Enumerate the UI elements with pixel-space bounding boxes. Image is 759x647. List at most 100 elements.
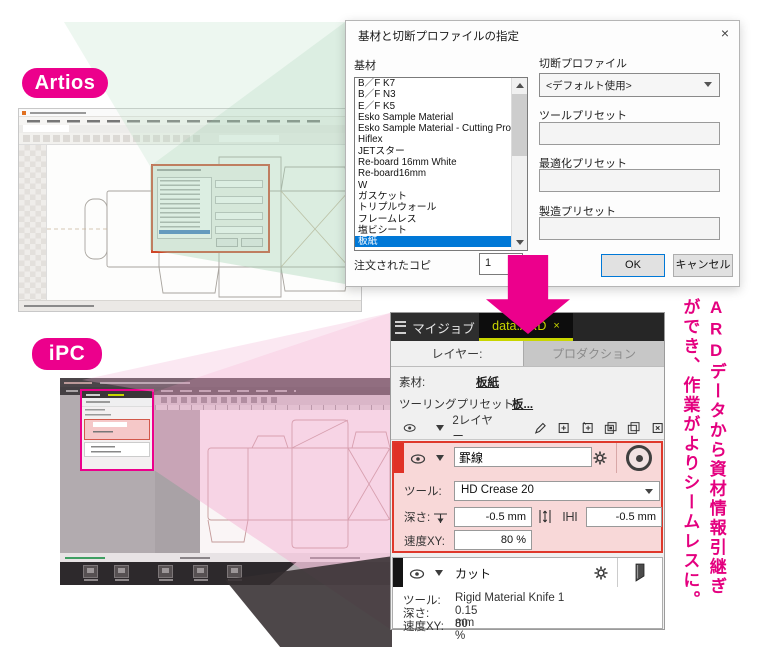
cutting-profile-value: <デフォルト使用>	[546, 78, 632, 93]
material-item[interactable]: Re-board16mm	[355, 168, 512, 179]
cutting-profile-select[interactable]: <デフォルト使用>	[539, 73, 720, 97]
ipc-badge: iPC	[32, 338, 102, 370]
material-label: 素材:	[399, 377, 425, 389]
mini-selected-row	[159, 230, 210, 234]
crease-depth-right-field[interactable]: -0.5 mm	[586, 507, 662, 527]
close-icon[interactable]: ×	[721, 26, 729, 40]
material-item[interactable]: トリプルウォール	[355, 202, 512, 213]
collapse-icon[interactable]	[436, 425, 444, 431]
ipc-dieline-drawing	[200, 410, 398, 553]
gear-icon[interactable]	[594, 566, 608, 580]
cancel-button[interactable]: キャンセル	[673, 254, 733, 277]
duplicate-layer-icon[interactable]	[604, 420, 617, 436]
mini-crease-layer	[84, 419, 150, 440]
tab-myjobs[interactable]: マイジョブ	[391, 313, 479, 341]
crease-name-input[interactable]	[454, 447, 592, 467]
cut-layer-name: カット	[455, 565, 491, 582]
ipc-dock-button	[83, 565, 98, 578]
list-icon	[395, 321, 406, 334]
depth-range-icon[interactable]	[538, 509, 552, 524]
artios-tool-palette	[19, 145, 47, 300]
eye-icon[interactable]	[410, 451, 426, 467]
material-link[interactable]: 板紙	[476, 374, 499, 390]
material-item[interactable]: 板紙	[355, 236, 512, 247]
close-tab-icon[interactable]: ×	[553, 320, 559, 332]
layer-count: 2レイヤー	[452, 412, 495, 444]
ipc-canvas	[155, 410, 398, 553]
eye-icon[interactable]	[403, 420, 416, 436]
ipc-toolbar	[155, 395, 398, 405]
ipc-statusbar	[60, 553, 398, 562]
cut-speed-label: 速度XY:	[403, 618, 455, 634]
ipc-dock-button	[227, 565, 242, 578]
material-item[interactable]: ガスケット	[355, 191, 512, 202]
mini-field	[215, 180, 263, 188]
crease-tool-select[interactable]: HD Crease 20	[454, 481, 660, 501]
cut-speed-value: 80 %	[455, 618, 468, 642]
layer-cut[interactable]: カット ツール: Rigid Material Knife 1 深さ: 0.15…	[392, 557, 663, 629]
tool-preset-field[interactable]	[539, 122, 720, 145]
edit-pencil-icon[interactable]	[534, 420, 547, 436]
add-layer-icon[interactable]	[557, 420, 570, 436]
artios-menubar	[19, 117, 361, 125]
cut-header: カット	[393, 558, 662, 587]
tooling-row: ツーリングプリセット : 板...	[399, 396, 520, 412]
delete-layer-icon[interactable]	[651, 420, 664, 436]
material-item[interactable]: E／F K5	[355, 101, 512, 112]
caption-vertical-text: ARDデータから資材情報引継ぎ ができ、作業がよりシームレスに。	[676, 298, 729, 646]
layer-crease[interactable]: ツール: HD Crease 20 深さ: -0.5 mm -0.5 mm 速度…	[392, 441, 663, 553]
material-item[interactable]: 塩ビシート	[355, 225, 512, 236]
ipc-mini-layers-panel	[80, 389, 154, 471]
layer-color-bar	[393, 558, 403, 587]
crease-speed-field[interactable]: 80 %	[454, 530, 532, 550]
layers-toolbar: 2レイヤー	[391, 416, 664, 440]
crease-depth-label: 深さ:	[404, 509, 448, 525]
mini-ok-button	[216, 238, 238, 247]
scrollbar[interactable]	[511, 78, 527, 250]
material-item[interactable]: Re-board 16mm White	[355, 157, 512, 168]
chevron-down-icon	[704, 82, 712, 87]
tab-layers[interactable]: レイヤー:	[391, 341, 523, 366]
ipc-artboard	[200, 410, 398, 553]
copy-layer-icon[interactable]	[627, 420, 640, 436]
scroll-up-icon[interactable]	[512, 78, 527, 93]
mini-cancel-button	[241, 238, 263, 247]
crease-depth-left-field[interactable]: -0.5 mm	[454, 507, 532, 527]
gear-icon[interactable]	[593, 451, 607, 465]
width-icon[interactable]	[562, 510, 578, 523]
material-item[interactable]: B／F K7	[355, 78, 512, 89]
artios-badge: Artios	[22, 68, 108, 98]
artios-toolbar	[19, 133, 361, 145]
tooling-label: ツーリングプリセット :	[399, 399, 520, 411]
ipc-dock-button	[193, 565, 208, 578]
material-item[interactable]: Hiflex	[355, 134, 512, 145]
optimize-preset-field[interactable]	[539, 169, 720, 192]
eye-icon[interactable]	[409, 566, 425, 582]
layers-panel: マイジョブ data.ARD × レイヤー: プロダクション 素材: 板紙 ツー…	[390, 312, 665, 630]
scroll-thumb[interactable]	[512, 94, 527, 156]
mini-info-rows	[82, 407, 152, 418]
material-item[interactable]: JETスター	[355, 146, 512, 157]
ok-button[interactable]: OK	[601, 254, 665, 277]
material-items: B／F K7B／F N3E／F K5Esko Sample MaterialEs…	[355, 78, 512, 250]
ipc-dock-button	[158, 565, 173, 578]
substrate-dialog: 基材と切断プロファイルの指定 × 基材 B／F K7B／F N3E／F K5Es…	[345, 20, 740, 287]
material-item[interactable]: Esko Sample Material - Cutting Profile	[355, 123, 512, 134]
material-item[interactable]: Esko Sample Material	[355, 112, 512, 123]
chevron-down-icon	[645, 489, 653, 494]
cut-tool-value: Rigid Material Knife 1	[455, 592, 564, 604]
manufacture-preset-field[interactable]	[539, 217, 720, 240]
material-item[interactable]: W	[355, 180, 512, 191]
tab-production[interactable]: プロダクション	[523, 341, 664, 366]
mini-field	[215, 226, 263, 234]
collapse-icon[interactable]	[435, 570, 443, 576]
material-listbox[interactable]: B／F K7B／F N3E／F K5Esko Sample MaterialEs…	[354, 77, 528, 251]
collapse-icon[interactable]	[436, 455, 444, 461]
crease-tool-value: HD Crease 20	[461, 484, 534, 496]
material-item[interactable]: フレームレス	[355, 214, 512, 225]
import-layer-icon[interactable]	[581, 420, 594, 436]
tooling-link[interactable]: 板...	[512, 396, 533, 412]
material-item[interactable]: B／F N3	[355, 89, 512, 100]
cutting-profile-label: 切断プロファイル	[539, 55, 627, 71]
scroll-down-icon[interactable]	[512, 235, 527, 250]
